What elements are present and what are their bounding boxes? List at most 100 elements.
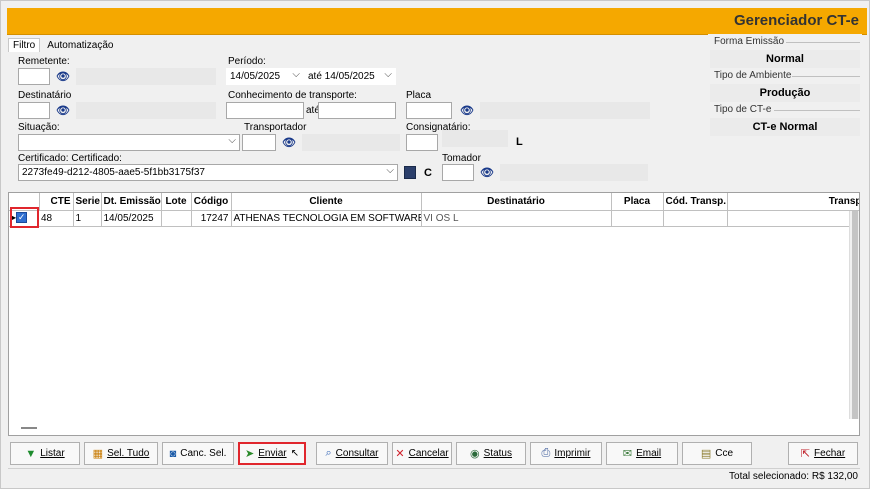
col-header-cod-transp[interactable]: Cód. Transp.: [663, 193, 728, 211]
col-header-codigo[interactable]: Código: [191, 193, 232, 211]
emission-info-panel: Forma Emissão Normal Tipo de Ambiente Pr…: [708, 34, 862, 187]
exit-icon: ⇱: [800, 448, 811, 460]
transportador-search-icon[interactable]: 👁: [282, 136, 296, 149]
cell-serie: 1: [73, 210, 102, 227]
total-selected-text: Total selecionado: R$ 132,00: [729, 471, 858, 482]
periodo-label: Período:: [228, 56, 266, 67]
col-header-placa[interactable]: Placa: [611, 193, 664, 211]
conhecimento-label: Conhecimento de transporte:: [228, 90, 357, 101]
destinatario-name-field: [76, 102, 216, 119]
transportador-label: Transportador: [244, 122, 307, 133]
col-header-cliente[interactable]: Cliente: [231, 193, 422, 211]
forma-emissao-label: Forma Emissão: [714, 36, 785, 47]
tomador-label: Tomador: [442, 153, 481, 164]
cell-transportador: [727, 210, 859, 227]
tipo-ambiente-label: Tipo de Ambiente: [714, 70, 792, 81]
sel-tudo-button[interactable]: ▦ Sel. Tudo: [84, 442, 158, 465]
remetente-search-icon[interactable]: 👁: [56, 70, 70, 83]
periodo-to-date[interactable]: até 14/05/2025: [304, 68, 396, 85]
certificado-list-icon[interactable]: [404, 166, 416, 179]
conhecimento-from-input[interactable]: [226, 102, 304, 119]
enviar-button[interactable]: ➤ Enviar ↖: [238, 442, 306, 465]
certificado-code-label: C: [424, 167, 432, 179]
cte-grid[interactable]: CTE Serie Dt. Emissão Lote Código Client…: [8, 192, 860, 436]
transportador-name-field: [302, 134, 400, 151]
forma-emissao-value: Normal: [710, 50, 860, 68]
mouse-cursor-icon: ↖: [290, 448, 299, 459]
remetente-label: Remetente:: [18, 56, 70, 67]
tab-automatizacao[interactable]: Automatização: [43, 39, 117, 52]
col-header-cte[interactable]: CTE: [39, 193, 74, 211]
action-toolbar: ▼ Listar ▦ Sel. Tudo ◙ Canc. Sel. ➤ Enviar ↖ …: [8, 442, 860, 466]
placa-input[interactable]: [406, 102, 452, 119]
transportador-code-input[interactable]: [242, 134, 276, 151]
consignatario-name-field: [442, 130, 508, 147]
cell-placa: [611, 210, 664, 227]
filter-icon: ▼: [25, 447, 37, 460]
cancel-selection-icon: ◙: [169, 447, 177, 460]
certificado-select[interactable]: 2273fe49-d212-4805-aae5-5f1bb3175f37: [18, 164, 398, 181]
search-icon: ⌕: [325, 447, 332, 459]
cancelar-button[interactable]: ✕ Cancelar: [392, 442, 452, 465]
title-bar: Gerenciador CT-e: [7, 8, 867, 35]
status-button[interactable]: ◉ Status: [456, 442, 526, 465]
cell-cliente: ATHENAS TECNOLOGIA EM SOFTWARES L: [231, 210, 422, 227]
window-title: Gerenciador CT-e: [733, 12, 859, 29]
status-bar: Total selecionado: R$ 132,00: [8, 468, 860, 484]
tomador-search-icon[interactable]: 👁: [480, 166, 494, 179]
tab-filtro[interactable]: Filtro: [8, 38, 41, 52]
cell-cod-transp: [663, 210, 728, 227]
divider: [774, 110, 860, 111]
col-header-serie[interactable]: Serie: [73, 193, 102, 211]
scrollbar-thumb[interactable]: [852, 211, 858, 419]
printer-icon: ⎙: [541, 447, 551, 459]
situacao-select[interactable]: [18, 134, 240, 151]
divider: [786, 42, 860, 43]
cell-lote: [161, 210, 192, 227]
cell-codigo: 17247: [191, 210, 232, 227]
table-row[interactable]: ▶ ✓ 48 1 14/05/2025 17247 ATHENAS TECNOLO…: [9, 210, 859, 227]
grid-select-icon: ▦: [92, 448, 104, 460]
col-header-destinatario[interactable]: Destinatário: [421, 193, 612, 211]
email-button[interactable]: ✉ Email: [606, 442, 678, 465]
situacao-label: Situação:: [18, 122, 60, 133]
conhecimento-to-input[interactable]: [318, 102, 396, 119]
destinatario-search-icon[interactable]: 👁: [56, 104, 70, 117]
email-icon: ✉: [622, 448, 633, 460]
placa-desc-field: [480, 102, 650, 119]
cce-button[interactable]: ▤ Cce: [682, 442, 752, 465]
certificado-label: Certificado: Certificado:: [18, 153, 122, 164]
col-header-dt-emissao[interactable]: Dt. Emissão: [101, 193, 162, 211]
cell-dt-emissao: 14/05/2025: [101, 210, 162, 227]
col-header-lote[interactable]: Lote: [161, 193, 192, 211]
col-header-transportador[interactable]: Transportad: [727, 193, 859, 211]
consignatario-code-label: L: [516, 136, 523, 148]
fechar-button[interactable]: ⇱ Fechar: [788, 442, 858, 465]
tomador-code-input[interactable]: [442, 164, 474, 181]
imprimir-button[interactable]: ⎙ Imprimir: [530, 442, 602, 465]
consultar-button[interactable]: ⌕ Consultar: [316, 442, 388, 465]
close-icon: ✕: [395, 448, 405, 460]
cell-destinatario: VI OS L: [421, 210, 612, 227]
tipo-cte-value: CT-e Normal: [710, 118, 860, 136]
listar-button[interactable]: ▼ Listar: [10, 442, 80, 465]
destinatario-label: Destinatário: [18, 90, 72, 101]
placa-search-icon[interactable]: 👁: [460, 104, 474, 117]
grid-header-row: CTE Serie Dt. Emissão Lote Código Client…: [9, 193, 859, 211]
grid-vertical-scrollbar[interactable]: [849, 211, 859, 419]
grid-horizontal-scrollbar[interactable]: [21, 427, 37, 429]
destinatario-code-input[interactable]: [18, 102, 50, 119]
document-icon: ▤: [700, 448, 712, 460]
consignatario-code-input[interactable]: [406, 134, 438, 151]
status-icon: ◉: [470, 448, 480, 460]
divider: [792, 76, 860, 77]
tipo-cte-label: Tipo de CT-e: [714, 104, 772, 115]
send-icon: ➤: [245, 448, 255, 460]
canc-sel-button[interactable]: ◙ Canc. Sel.: [162, 442, 234, 465]
cell-cte: 48: [39, 210, 74, 227]
tipo-ambiente-value: Produção: [710, 84, 860, 102]
periodo-from-date[interactable]: 14/05/2025: [226, 68, 304, 85]
remetente-code-input[interactable]: [18, 68, 50, 85]
tomador-name-field: [500, 164, 648, 181]
remetente-name-field: [76, 68, 216, 85]
